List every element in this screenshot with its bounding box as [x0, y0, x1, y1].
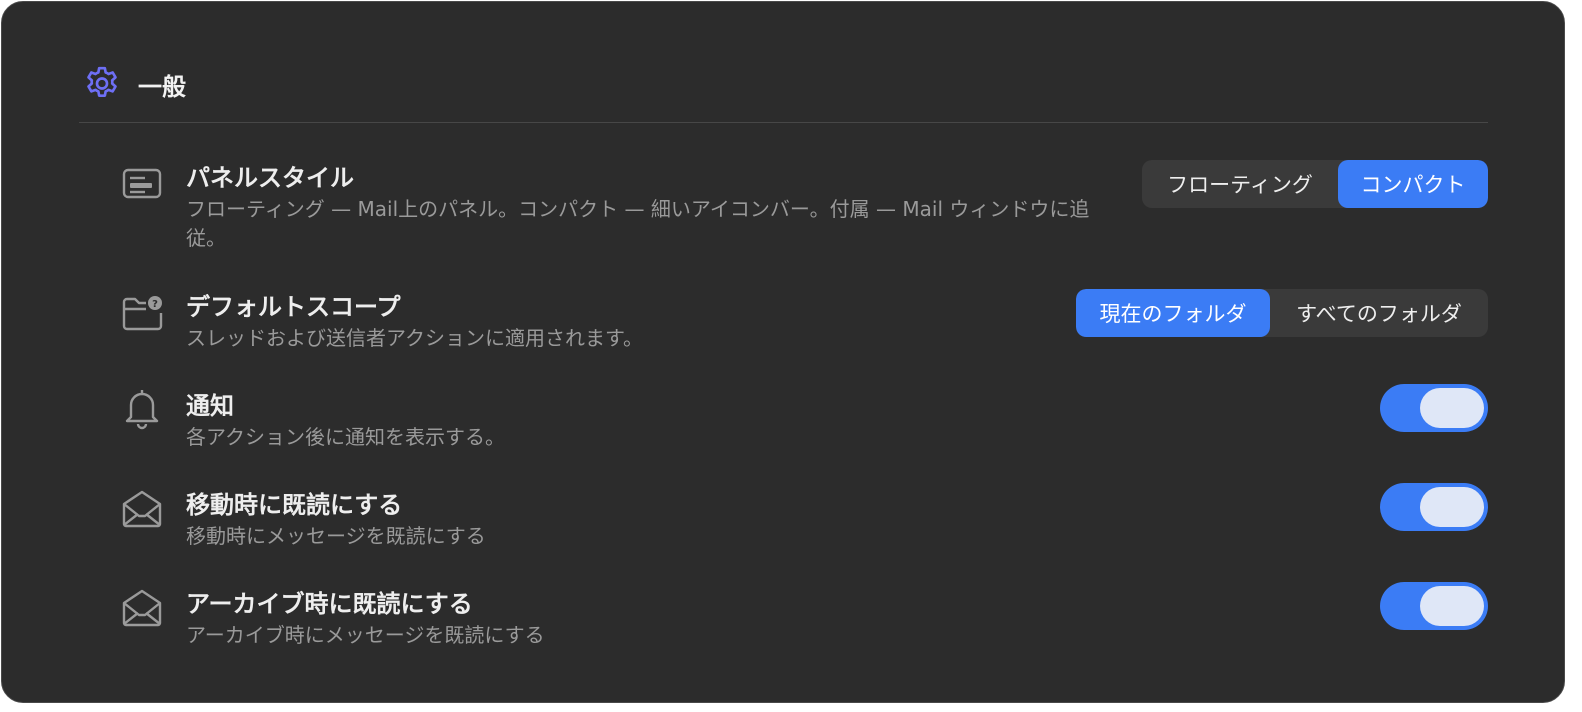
- toggle-knob: [1420, 487, 1484, 527]
- panel-layout-icon: [122, 168, 162, 199]
- setting-row-panel-style: パネルスタイル フローティング — Mail上のパネル。コンパクト — 細いアイ…: [120, 158, 1488, 258]
- gear-icon: [87, 66, 117, 97]
- settings-panel: 一般 パネルスタイル フローティング — Mail上のパネル。コンパクト — 細…: [1, 1, 1565, 703]
- segment-current-folder[interactable]: 現在のフォルダ: [1076, 289, 1270, 337]
- section-title: 一般: [138, 72, 186, 101]
- setting-title: パネルスタイル: [186, 164, 354, 192]
- setting-description: 移動時にメッセージを既読にする: [186, 524, 486, 548]
- setting-title: デフォルトスコープ: [186, 293, 401, 321]
- panel-style-segmented-control: フローティング コンパクト: [1142, 160, 1488, 208]
- folder-question-icon: ?: [122, 296, 163, 331]
- bell-icon: [125, 390, 159, 430]
- setting-description: スレッドおよび送信者アクションに適用されます。: [186, 326, 643, 350]
- segment-compact[interactable]: コンパクト: [1338, 160, 1488, 208]
- open-envelope-icon: [122, 589, 162, 627]
- setting-title: 移動時に既読にする: [186, 491, 403, 519]
- svg-text:?: ?: [152, 299, 158, 310]
- section-divider: [79, 122, 1488, 123]
- segment-all-folders[interactable]: すべてのフォルダ: [1270, 289, 1488, 337]
- segment-floating[interactable]: フローティング: [1142, 160, 1338, 208]
- setting-row-notifications: 通知 各アクション後に通知を表示する。: [120, 384, 1488, 456]
- toggle-knob: [1420, 586, 1484, 626]
- setting-row-default-scope: ? デフォルトスコープ スレッドおよび送信者アクションに適用されます。 現在のフ…: [120, 287, 1488, 357]
- open-envelope-icon: [122, 490, 162, 528]
- setting-row-mark-read-on-move: 移動時に既読にする 移動時にメッセージを既読にする: [120, 483, 1488, 555]
- setting-row-mark-read-on-archive: アーカイブ時に既読にする アーカイブ時にメッセージを既読にする: [120, 582, 1488, 654]
- setting-description: フローティング — Mail上のパネル。コンパクト — 細いアイコンバー。付属 …: [186, 197, 1090, 250]
- toggle-knob: [1420, 388, 1484, 428]
- setting-title: アーカイブ時に既読にする: [186, 590, 473, 618]
- notifications-toggle[interactable]: [1380, 384, 1488, 432]
- setting-title: 通知: [186, 392, 234, 420]
- setting-description: アーカイブ時にメッセージを既読にする: [186, 623, 545, 647]
- mark-read-on-archive-toggle[interactable]: [1380, 582, 1488, 630]
- section-header: 一般: [82, 64, 186, 104]
- default-scope-segmented-control: 現在のフォルダ すべてのフォルダ: [1076, 289, 1488, 337]
- mark-read-on-move-toggle[interactable]: [1380, 483, 1488, 531]
- setting-description: 各アクション後に通知を表示する。: [186, 425, 505, 449]
